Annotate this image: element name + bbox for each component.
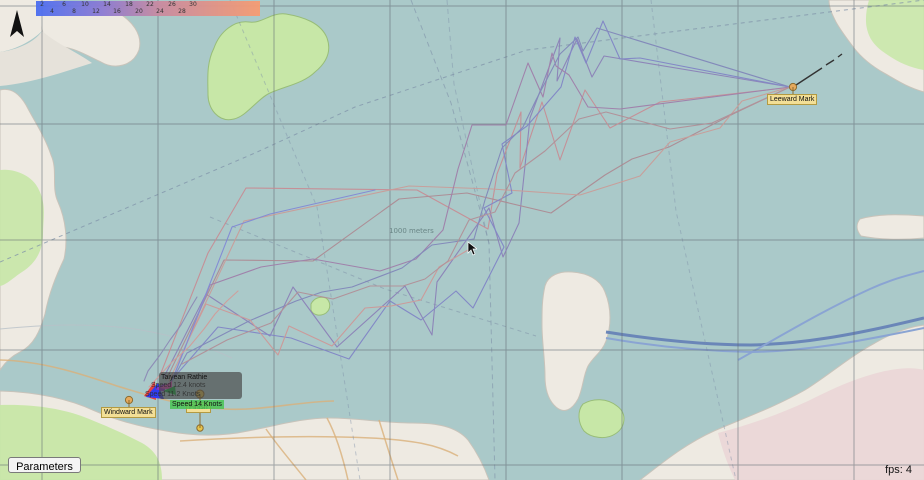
legend-tick-14: 14 xyxy=(103,1,111,8)
legend-tick-20: 20 xyxy=(135,8,143,15)
boat-speed-badge: Speed 14 Knots xyxy=(170,400,224,409)
boat-info-card[interactable]: Taiyean Rathie Speed 12.4 knots Speed 11… xyxy=(145,372,242,399)
legend-tick-12: 12 xyxy=(92,8,100,15)
legend-tick-26: 26 xyxy=(168,1,176,8)
legend-tick-30: 30 xyxy=(189,1,197,8)
north-arrow-icon xyxy=(10,10,24,37)
legend-tick-2: 2 xyxy=(40,1,44,8)
speed-legend-bottom-ticks: 4 8 12 16 20 24 28 xyxy=(36,8,260,15)
fps-indicator: fps: 4 xyxy=(885,464,912,476)
legend-tick-18: 18 xyxy=(125,1,133,8)
legend-tick-22: 22 xyxy=(146,1,154,8)
boat-speed-2: Speed 11.2 Knots xyxy=(145,391,201,398)
legend-tick-16: 16 xyxy=(113,8,121,15)
scale-label: 1000 meters xyxy=(389,227,434,235)
legend-tick-24: 24 xyxy=(156,8,164,15)
leeward-mark-label: Leeward Mark xyxy=(767,94,818,105)
legend-tick-8: 8 xyxy=(72,8,76,15)
map-viewport[interactable]: 2 6 10 14 18 22 26 30 4 8 12 16 20 24 28… xyxy=(0,0,924,480)
legend-tick-4: 4 xyxy=(50,8,54,15)
windward-mark-label: Windward Mark xyxy=(101,407,156,418)
boat-speed-1: Speed 12.4 knots xyxy=(151,382,206,389)
legend-tick-28: 28 xyxy=(178,8,186,15)
legend-tick-10: 10 xyxy=(81,1,89,8)
speed-legend: 2 6 10 14 18 22 26 30 4 8 12 16 20 24 28 xyxy=(36,1,260,16)
parameters-button[interactable]: Parameters xyxy=(8,457,81,473)
speed-legend-top-ticks: 2 6 10 14 18 22 26 30 xyxy=(36,1,260,8)
mouse-cursor-icon xyxy=(467,241,477,256)
legend-tick-6: 6 xyxy=(62,1,66,8)
